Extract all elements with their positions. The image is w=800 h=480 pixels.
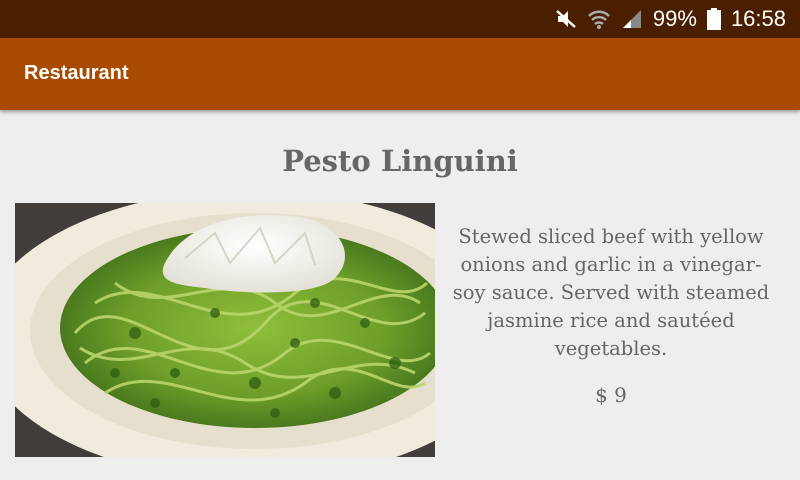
signal-icon (621, 8, 643, 30)
dish-info: Stewed sliced beef with yellow onions an… (450, 223, 772, 407)
status-bar: 99% 16:58 (0, 0, 800, 38)
dish-price: $ 9 (595, 383, 627, 407)
mute-icon (555, 8, 577, 30)
status-icons: 99% 16:58 (555, 0, 786, 38)
dish-description: Stewed sliced beef with yellow onions an… (452, 225, 770, 360)
clock: 16:58 (730, 6, 786, 31)
dish-title: Pesto Linguini (282, 144, 518, 178)
app-title: Restaurant (24, 62, 129, 84)
app-bar: Restaurant (0, 38, 800, 110)
dish-image (15, 203, 435, 457)
pesto-linguini-photo (15, 203, 435, 457)
dish-detail: Pesto Linguini Stewed sliced beef with y… (0, 110, 800, 480)
wifi-icon (587, 8, 611, 30)
battery-percentage: 99% (652, 6, 697, 31)
battery-icon (706, 8, 721, 30)
